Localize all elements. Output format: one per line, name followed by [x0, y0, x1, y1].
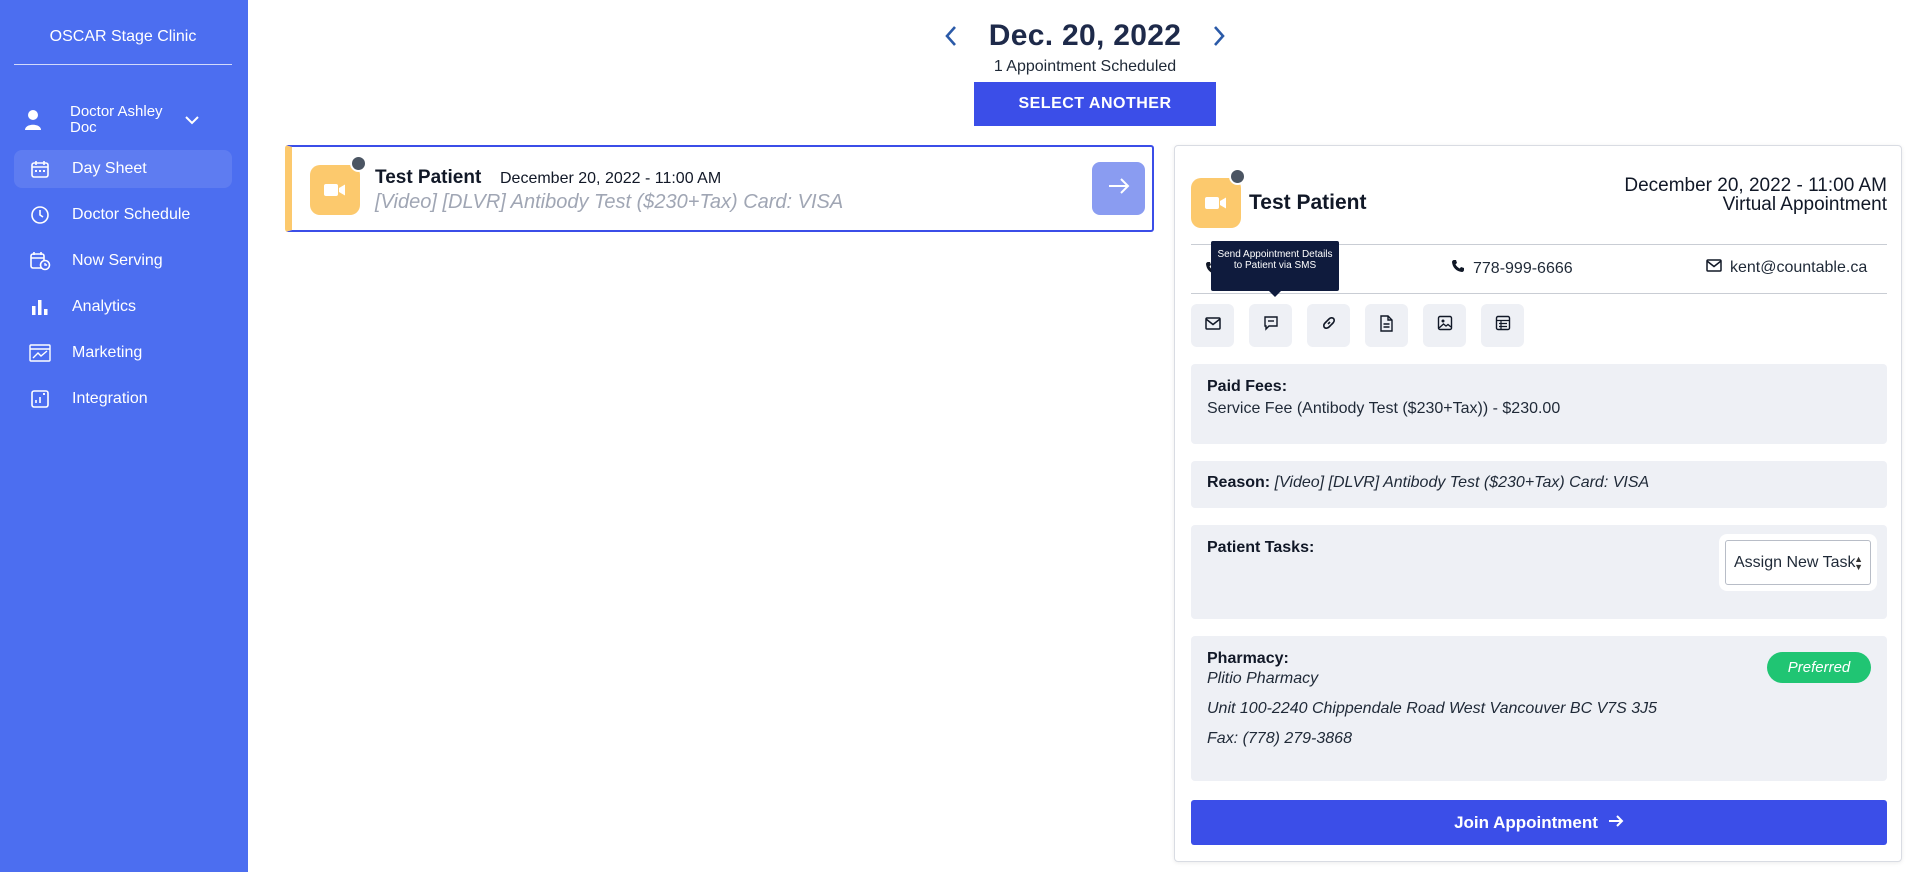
- mail-icon: [1204, 316, 1221, 335]
- sidebar-item-marketing[interactable]: Marketing: [14, 334, 232, 372]
- selected-date: Dec. 20, 2022: [988, 19, 1182, 52]
- select-another-date-button[interactable]: SELECT ANOTHER DATE: [974, 82, 1216, 156]
- image-icon: [1437, 315, 1453, 336]
- arrow-right-icon: [1598, 813, 1624, 833]
- images-button[interactable]: [1423, 304, 1466, 347]
- sidebar-nav: Day Sheet Doctor Schedule Now Serving An…: [14, 150, 232, 426]
- appointment-datetime: December 20, 2022 - 11:00 AM: [500, 170, 722, 187]
- appointment-detail-panel: Test Patient December 20, 2022 - 11:00 A…: [1174, 145, 1902, 862]
- user-icon: [24, 109, 54, 131]
- email-address: kent@countable.ca: [1730, 259, 1868, 276]
- sidebar-item-doctor-schedule[interactable]: Doctor Schedule: [14, 196, 232, 234]
- now-serving-icon: [28, 249, 52, 273]
- sidebar-item-label: Doctor Schedule: [72, 206, 191, 223]
- sidebar: OSCAR Stage Clinic Doctor Ashley Doc Day…: [0, 0, 248, 872]
- document-icon: [1379, 314, 1394, 337]
- pharmacy-fax: Fax: (778) 279-3868: [1207, 730, 1352, 747]
- join-appointment-label: Join Appointment: [1454, 812, 1598, 832]
- status-dot: [350, 155, 367, 172]
- copy-link-button[interactable]: [1307, 304, 1350, 347]
- arrow-right-icon: [1108, 178, 1130, 199]
- reason-value: [Video] [DLVR] Antibody Test ($230+Tax) …: [1274, 474, 1650, 491]
- select-arrows-icon: ▲ ▼: [1854, 554, 1863, 572]
- sidebar-item-integration[interactable]: Integration: [14, 380, 232, 418]
- sidebar-item-label: Now Serving: [72, 252, 163, 269]
- integration-icon: [28, 387, 52, 411]
- patient-tasks-section: Patient Tasks: Assign New Task ▲ ▼: [1191, 525, 1887, 619]
- detail-datetime-block: December 20, 2022 - 11:00 AM Virtual App…: [1624, 176, 1887, 214]
- status-dot: [1229, 168, 1246, 185]
- sidebar-item-label: Day Sheet: [72, 160, 147, 177]
- video-camera-icon: [310, 165, 360, 215]
- video-camera-icon: [1191, 178, 1241, 228]
- phone-icon: [1451, 259, 1473, 278]
- appointment-actions: [1191, 304, 1539, 347]
- previous-day-icon[interactable]: [931, 16, 971, 56]
- sidebar-item-label: Analytics: [72, 298, 137, 315]
- chevron-down-icon[interactable]: [184, 115, 200, 125]
- patient-phone[interactable]: 778-999-6666: [1451, 259, 1573, 278]
- open-appointment-button[interactable]: [1092, 162, 1145, 215]
- reason-label: Reason:: [1207, 474, 1271, 491]
- clock-icon: [28, 203, 52, 227]
- bar-chart-icon: [28, 295, 52, 319]
- detail-patient-name: Test Patient: [1249, 191, 1367, 214]
- send-email-button[interactable]: [1191, 304, 1234, 347]
- link-icon: [1321, 315, 1337, 336]
- appointment-type: Virtual Appointment: [1722, 194, 1887, 215]
- doctor-menu[interactable]: Doctor Ashley Doc: [24, 100, 234, 140]
- sidebar-item-day-sheet[interactable]: Day Sheet: [14, 150, 232, 188]
- message-icon: [1263, 315, 1279, 336]
- paid-fees-label: Paid Fees:: [1207, 378, 1288, 395]
- forms-button[interactable]: [1481, 304, 1524, 347]
- assign-task-select[interactable]: Assign New Task ▲ ▼: [1725, 540, 1871, 585]
- assign-task-value: Assign New Task: [1734, 553, 1856, 571]
- paid-fees-section: Paid Fees: Service Fee (Antibody Test ($…: [1191, 364, 1887, 444]
- sidebar-item-analytics[interactable]: Analytics: [14, 288, 232, 326]
- pharmacy-address: Unit 100-2240 Chippendale Road West Vanc…: [1207, 700, 1658, 717]
- preferred-badge: Preferred: [1767, 652, 1871, 683]
- sms-tooltip: Send Appointment Details to Patient via …: [1211, 241, 1339, 297]
- appointment-count: 1 Appointment Scheduled: [993, 58, 1177, 75]
- mail-icon: [1706, 259, 1730, 277]
- sidebar-item-now-serving[interactable]: Now Serving: [14, 242, 232, 280]
- doctor-name: Doctor Ashley Doc: [70, 103, 163, 136]
- next-day-icon[interactable]: [1199, 16, 1239, 56]
- patient-email[interactable]: kent@countable.ca: [1706, 259, 1867, 277]
- send-sms-button[interactable]: [1249, 304, 1292, 347]
- sidebar-item-label: Marketing: [72, 344, 143, 361]
- pharmacy-section: Pharmacy: Preferred Plitio Pharmacy Unit…: [1191, 636, 1887, 781]
- clinic-name: OSCAR Stage Clinic: [14, 28, 232, 65]
- date-header: Dec. 20, 2022 1 Appointment Scheduled SE…: [248, 14, 1922, 157]
- documents-button[interactable]: [1365, 304, 1408, 347]
- appointment-card[interactable]: Test Patient December 20, 2022 - 11:00 A…: [285, 145, 1154, 232]
- reason-section: Reason: [Video] [DLVR] Antibody Test ($2…: [1191, 461, 1887, 508]
- marketing-icon: [28, 341, 52, 365]
- sidebar-item-label: Integration: [72, 390, 148, 407]
- join-appointment-button[interactable]: Join Appointment: [1191, 800, 1887, 845]
- appointment-reason: [Video] [DLVR] Antibody Test ($230+Tax) …: [375, 191, 844, 213]
- appointment-patient-name: Test Patient: [375, 167, 482, 188]
- calendar-icon: [28, 157, 52, 181]
- detail-datetime: December 20, 2022 - 11:00 AM: [1624, 175, 1887, 196]
- paid-fees-value: Service Fee (Antibody Test ($230+Tax)) -…: [1207, 400, 1561, 417]
- list-icon: [1495, 315, 1511, 336]
- phone-number: 778-999-6666: [1473, 259, 1573, 277]
